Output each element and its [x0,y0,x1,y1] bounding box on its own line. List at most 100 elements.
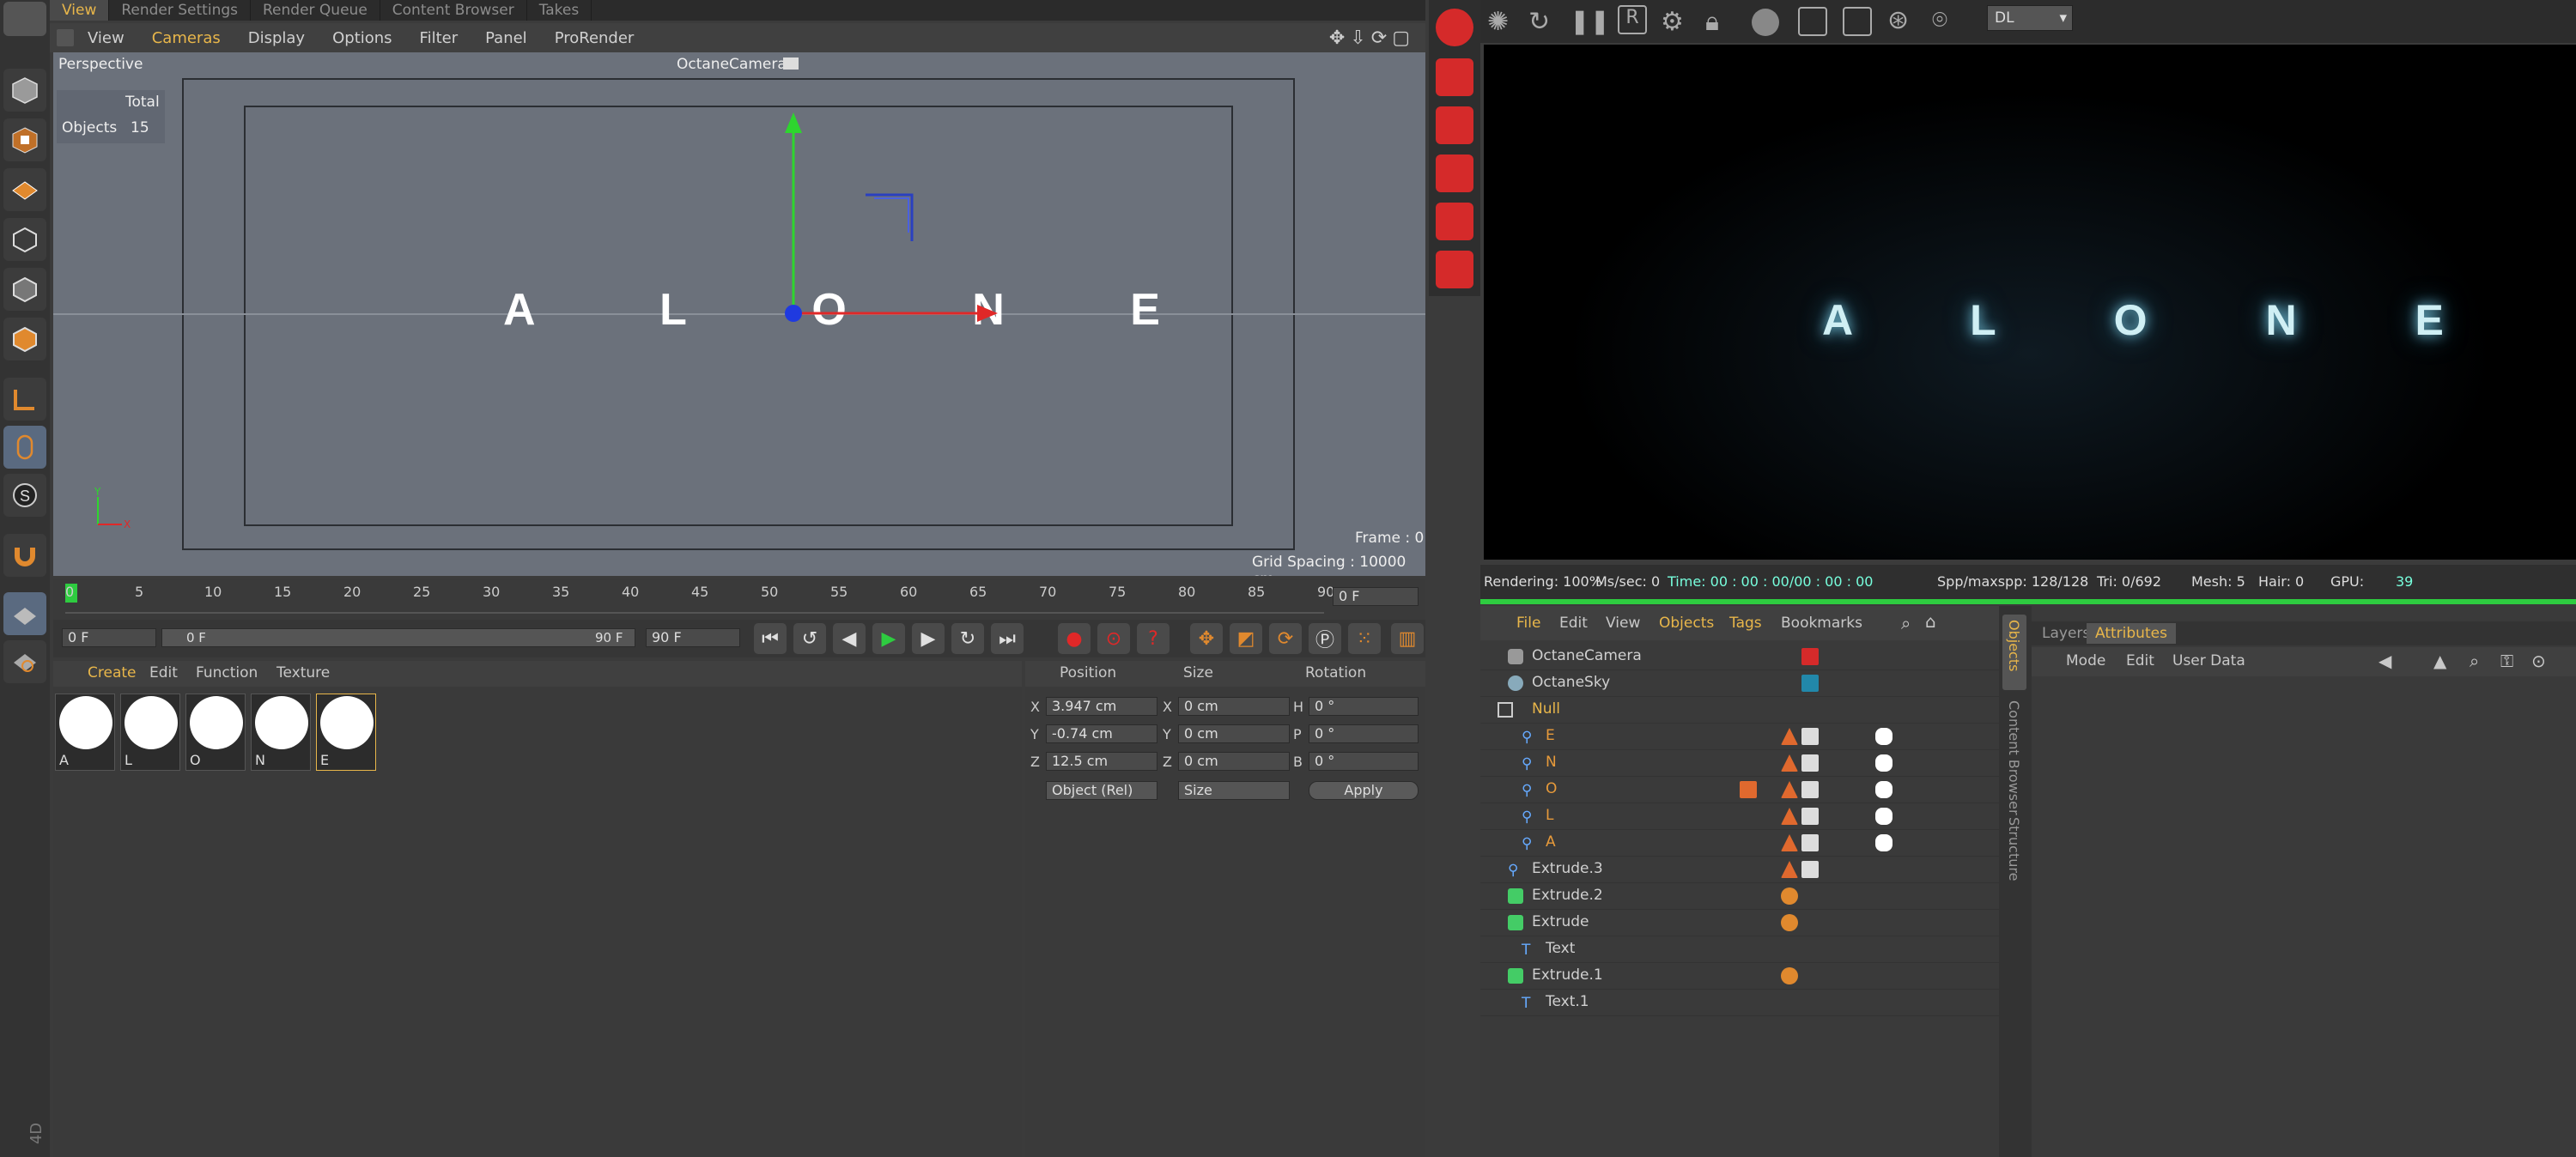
key-pla-icon[interactable]: ⁙ [1348,623,1381,654]
tab-structure[interactable]: Structure [2002,812,2026,889]
menu-prorender[interactable]: ProRender [541,29,648,47]
environment-tag-icon[interactable] [1801,675,1819,692]
c4d-logo-icon[interactable] [3,2,46,36]
list-item[interactable]: Extrude.1 [1480,963,1999,990]
material-tag-icon[interactable] [1875,728,1893,745]
material-swatch[interactable]: N [251,694,311,771]
restart-render-icon[interactable]: ↻ [1528,7,1550,37]
points-mode-icon[interactable] [3,218,46,261]
tab-takes[interactable]: Takes [527,0,592,21]
menu-file[interactable]: File [1516,615,1540,632]
lock-icon[interactable]: 🔒︎ [1705,7,1719,37]
material-ball-icon[interactable] [1752,9,1779,36]
menu-view[interactable]: View [74,29,138,47]
list-item[interactable]: ⚲ N [1480,750,1999,777]
octane-list-icon[interactable] [1436,154,1473,192]
search-icon[interactable]: ⌕ [2470,651,2479,671]
list-item[interactable]: ⚲ Extrude.3 [1480,857,1999,883]
next-key-icon[interactable]: ↻ [951,623,984,654]
timeline-window-icon[interactable]: ▥ [1391,623,1424,654]
phong-tag-icon[interactable] [1781,808,1798,825]
list-item[interactable]: ⚲ E [1480,724,1999,750]
octane-cloud-icon[interactable] [1436,106,1473,144]
material-swatch[interactable]: O [185,694,246,771]
prev-key-icon[interactable]: ↺ [793,623,826,654]
list-item[interactable]: OctaneCamera [1480,644,1999,670]
region-render-icon[interactable]: R [1618,5,1647,34]
list-item[interactable]: OctaneSky [1480,670,1999,697]
octane-object-icon[interactable] [1436,251,1473,288]
list-item[interactable]: T Text [1480,936,1999,963]
tab-view[interactable]: View [50,0,110,21]
rot-p-field[interactable]: 0 ° [1309,724,1419,743]
axis-tool-icon[interactable] [3,378,46,421]
key-param-icon[interactable]: Ⓟ [1309,623,1341,654]
tab-render-settings[interactable]: Render Settings [109,0,251,21]
lock-icon[interactable]: ⚿ [2500,651,2513,671]
menu-objects[interactable]: Objects [1659,615,1714,632]
material-tag-icon[interactable] [1875,754,1893,772]
phong-tag-icon[interactable] [1781,781,1798,798]
list-item[interactable]: ⚲ L [1480,803,1999,830]
list-item[interactable]: Extrude [1480,910,1999,936]
uv-tag-icon[interactable] [1801,754,1819,772]
tag-icon[interactable] [1781,887,1798,905]
menu-user-data[interactable]: User Data [2172,652,2245,669]
menu-view[interactable]: View [1606,615,1640,632]
size-y-field[interactable]: 0 cm [1178,724,1290,743]
next-frame-icon[interactable]: ▶ [912,623,945,654]
menu-filter[interactable]: Filter [406,29,472,47]
pos-y-field[interactable]: -0.74 cm [1046,724,1157,743]
back-arrow-icon[interactable]: ◀ [2379,651,2391,671]
lock-workplane-icon[interactable] [3,640,46,683]
mouse-tool-icon[interactable] [3,426,46,469]
menu-bookmarks[interactable]: Bookmarks [1781,615,1862,632]
pos-z-field[interactable]: 12.5 cm [1046,752,1157,771]
list-item[interactable]: ⚲ O [1480,777,1999,803]
clay-mode-icon[interactable] [1798,7,1827,36]
prev-frame-icon[interactable]: ◀ [833,623,866,654]
material-tag-icon[interactable] [1875,834,1893,851]
snap-tool-icon[interactable]: S [3,474,46,517]
menu-create[interactable]: Create [88,664,137,681]
kernel-dropdown[interactable]: DL ▾ [1987,5,2073,31]
menu-panel[interactable]: Panel [471,29,541,47]
new-view-icon[interactable]: ⊙ [2531,651,2546,671]
end-frame-field[interactable]: 90 F [646,628,740,647]
tab-objects[interactable]: Objects [2002,615,2026,690]
workplane-icon[interactable] [3,592,46,635]
up-arrow-icon[interactable]: ▲ [2433,651,2446,671]
key-rotation-icon[interactable]: ⟳ [1269,623,1302,654]
goto-end-icon[interactable]: ⏭ [991,623,1024,654]
coord-mode-dropdown[interactable]: Object (Rel) [1046,781,1157,800]
tab-content-browser[interactable]: Content Browser [2002,695,2026,824]
start-frame-field[interactable]: 0 F [62,628,156,647]
menu-edit[interactable]: Edit [2126,652,2154,669]
timeline[interactable]: 0 5 10 15 20 25 30 35 40 45 50 55 60 65 70 75 80 85 90 0 F [53,578,1425,620]
menu-tags[interactable]: Tags [1729,615,1762,632]
uv-tag-icon[interactable] [1801,808,1819,825]
menu-cameras[interactable]: Cameras [138,29,234,47]
material-tag-icon[interactable] [1875,781,1893,798]
tag-icon[interactable] [1781,914,1798,931]
record-icon[interactable]: ● [1058,623,1091,654]
range-slider[interactable]: 0 F 90 F [161,628,635,647]
settings-gear-icon[interactable]: ⚙ [1661,7,1684,37]
key-position-icon[interactable]: ✥ [1190,623,1223,654]
size-z-field[interactable]: 0 cm [1178,752,1290,771]
phong-tag-icon[interactable] [1781,728,1798,745]
apply-button[interactable]: Apply [1309,781,1419,800]
phong-tag-icon[interactable] [1781,754,1798,772]
move-gizmo-icon[interactable] [706,112,1015,336]
material-swatch-selected[interactable]: E [316,694,376,771]
octane-light-icon[interactable] [1436,203,1473,240]
magnet-tool-icon[interactable] [3,534,46,577]
pause-render-icon[interactable]: ❚❚ [1570,7,1610,35]
menu-edit[interactable]: Edit [1559,615,1588,632]
tab-content-browser[interactable]: Content Browser [380,0,527,21]
viewport-nav-icons[interactable]: ✥⇩⟳▢ [1329,27,1415,49]
phong-tag-icon[interactable] [1781,861,1798,878]
autokey-icon[interactable]: ⊙ [1097,623,1130,654]
polygons-mode-icon[interactable] [3,318,46,360]
subsampling-icon[interactable] [1843,7,1872,36]
